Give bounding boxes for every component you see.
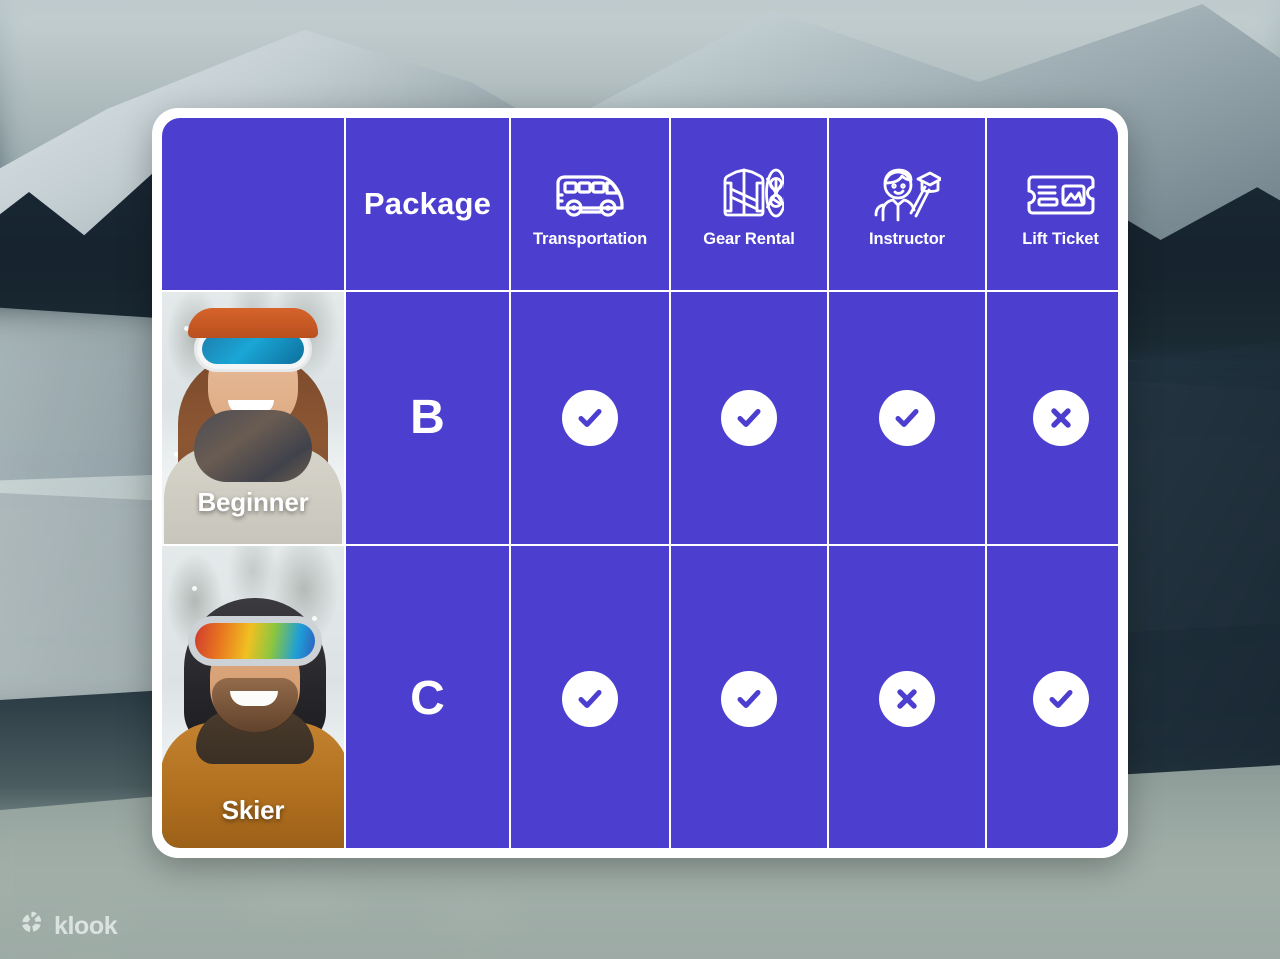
cell-beginner-gear-rental [671,292,827,544]
klook-wordmark: klook [54,911,118,940]
ticket-icon [1023,166,1099,224]
cell-skier-lift-ticket [987,546,1118,848]
header-feature-transportation: Transportation [511,118,669,290]
row-package-beginner: B [346,292,509,544]
header-feature-lift-ticket: Lift Ticket [987,118,1118,290]
row-photo-skier: Skier [162,546,344,848]
header-package-cell: Package [346,118,509,290]
package-comparison-table: Package Transportation Gear Rental Instr… [162,118,1118,848]
check-icon [1032,671,1089,727]
cell-skier-transportation [511,546,669,848]
package-comparison-card: Package Transportation Gear Rental Instr… [152,108,1128,858]
header-feature-label: Instructor [868,229,945,248]
check-icon [721,390,777,446]
row-photo-beginner: Beginner [162,292,344,544]
cross-icon [879,671,935,727]
header-feature-instructor: Instructor [829,118,985,290]
background-snow-bump [430,905,520,931]
cross-icon [1032,390,1089,446]
header-package-label: Package [363,186,492,221]
instructor-icon [869,166,945,224]
bus-icon [552,166,628,224]
header-feature-label: Lift Ticket [1022,229,1099,248]
klook-logo-icon [18,910,45,942]
cell-beginner-transportation [511,292,669,544]
cell-skier-instructor [829,546,985,848]
jacket-snowboard-icon [711,166,787,224]
package-letter: C [410,672,445,725]
row-package-skier: C [346,546,509,848]
check-icon [562,671,618,727]
background-snow-bump [240,880,360,914]
check-icon [562,390,618,446]
check-icon [879,390,935,446]
package-letter: B [410,391,445,444]
header-feature-label: Transportation [532,229,648,248]
klook-watermark: klook [18,910,118,942]
row-photo-caption: Skier [221,795,285,825]
cell-beginner-instructor [829,292,985,544]
header-feature-label: Gear Rental [703,229,795,248]
cell-skier-gear-rental [671,546,827,848]
row-photo-caption: Beginner [197,487,309,517]
header-feature-gear-rental: Gear Rental [671,118,827,290]
header-corner-cell [162,118,344,290]
check-icon [721,671,777,727]
cell-beginner-lift-ticket [987,292,1118,544]
